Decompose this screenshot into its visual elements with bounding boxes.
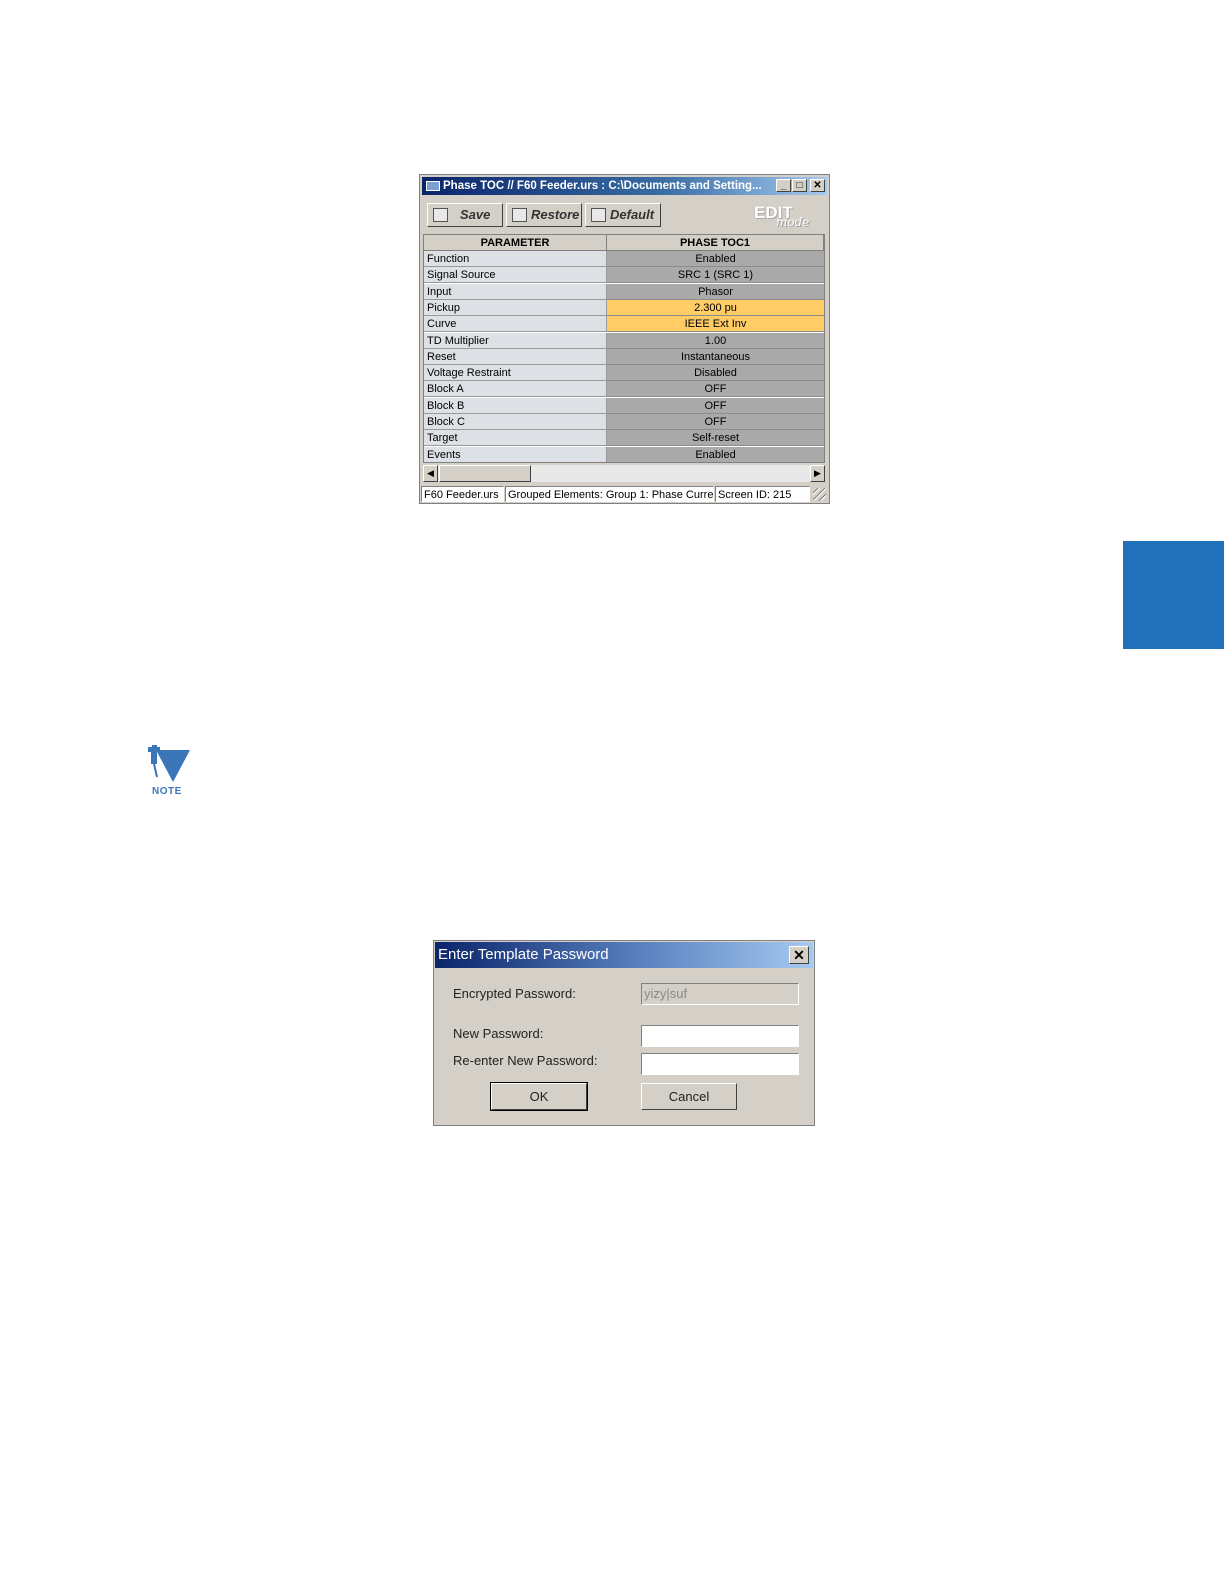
value-cell[interactable]: Enabled [607, 446, 824, 462]
value-cell[interactable]: OFF [607, 381, 824, 398]
parameter-cell: Function [424, 251, 607, 267]
value-cell[interactable]: OFF [607, 397, 824, 414]
value-cell[interactable]: OFF [607, 414, 824, 430]
restore-button[interactable]: Restore [506, 203, 582, 227]
save-icon [433, 208, 448, 222]
value-cell[interactable]: Phasor [607, 283, 824, 300]
parameter-cell: Events [424, 446, 607, 462]
dialog-close-button[interactable]: ✕ [789, 946, 809, 964]
table-row[interactable]: Voltage Restraint Disabled [424, 365, 824, 382]
restore-label: Restore [531, 207, 580, 222]
default-button[interactable]: Default [585, 203, 661, 227]
parameter-cell: Block B [424, 397, 607, 414]
dialog-title: Enter Template Password [438, 946, 609, 963]
parameter-cell: Block C [424, 414, 607, 430]
value-cell[interactable]: Self-reset [607, 430, 824, 447]
minimize-button[interactable]: _ [776, 179, 791, 192]
status-bar: F60 Feeder.urs Grouped Elements: Group 1… [421, 486, 828, 502]
edit-mode-indicator: EDIT mode [752, 201, 822, 229]
note-icon [148, 745, 190, 782]
table-row[interactable]: Block C OFF [424, 414, 824, 430]
value-cell[interactable]: Disabled [607, 365, 824, 382]
maximize-button[interactable]: □ [792, 179, 807, 192]
parameter-cell: Pickup [424, 299, 607, 316]
save-label: Save [460, 207, 491, 222]
new-password-label: New Password: [453, 1026, 544, 1041]
chapter-tab [1123, 541, 1224, 649]
table-row[interactable]: Block A OFF [424, 381, 824, 398]
value-cell[interactable]: IEEE Ext Inv [607, 316, 824, 333]
parameter-cell: Curve [424, 316, 607, 333]
scroll-left-icon[interactable]: ◀ [423, 465, 438, 482]
grid-header: PARAMETER PHASE TOC1 [424, 235, 824, 251]
parameter-cell: Reset [424, 348, 607, 365]
status-screen-id: Screen ID: 215 [715, 486, 810, 502]
table-row[interactable]: Target Self-reset [424, 430, 824, 447]
default-label: Default [610, 207, 655, 222]
value-cell[interactable]: 1.00 [607, 332, 824, 349]
table-row[interactable]: TD Multiplier 1.00 [424, 332, 824, 349]
table-row[interactable]: Input Phasor [424, 283, 824, 300]
phase-toc-window: Phase TOC // F60 Feeder.urs : C:\Documen… [419, 174, 830, 504]
mode-label: mode [776, 215, 810, 229]
status-path: Grouped Elements: Group 1: Phase Curren [505, 486, 714, 502]
note-label: NOTE [152, 786, 182, 797]
window-title: Phase TOC // F60 Feeder.urs : C:\Documen… [443, 180, 762, 192]
reenter-password-label: Re-enter New Password: [453, 1053, 598, 1068]
parameter-cell: Input [424, 283, 607, 300]
parameter-cell: Signal Source [424, 267, 607, 284]
app-icon [426, 181, 440, 191]
value-cell[interactable]: SRC 1 (SRC 1) [607, 267, 824, 284]
new-password-input[interactable] [641, 1025, 799, 1047]
table-row[interactable]: Events Enabled [424, 446, 824, 462]
toolbar: Save Restore Default EDIT mode [422, 197, 827, 231]
table-row[interactable]: Signal Source SRC 1 (SRC 1) [424, 267, 824, 284]
cancel-button[interactable]: Cancel [641, 1083, 737, 1110]
note-block: NOTE [146, 744, 192, 798]
close-button[interactable]: ✕ [810, 179, 825, 192]
encrypted-password-field: yizy|suf [641, 983, 799, 1005]
template-password-dialog: Enter Template Password ✕ Encrypted Pass… [433, 940, 815, 1126]
dialog-title-bar[interactable]: Enter Template Password ✕ [435, 942, 813, 968]
table-row[interactable]: Block B OFF [424, 397, 824, 414]
encrypted-password-label: Encrypted Password: [453, 986, 576, 1001]
parameter-cell: TD Multiplier [424, 332, 607, 349]
horizontal-scrollbar[interactable]: ◀ ▶ [423, 465, 825, 482]
restore-icon [512, 208, 527, 222]
ok-button[interactable]: OK [490, 1082, 588, 1111]
default-icon [591, 208, 606, 222]
settings-grid: PARAMETER PHASE TOC1 Function Enabled Sign… [423, 234, 825, 463]
column-header-parameter[interactable]: PARAMETER [424, 235, 607, 251]
value-cell[interactable]: Instantaneous [607, 348, 824, 365]
table-row[interactable]: Function Enabled [424, 251, 824, 267]
status-file: F60 Feeder.urs [421, 486, 504, 502]
parameter-cell: Target [424, 430, 607, 447]
parameter-cell: Voltage Restraint [424, 365, 607, 382]
table-row[interactable]: Reset Instantaneous [424, 348, 824, 365]
resize-grip-icon[interactable] [813, 488, 826, 501]
value-cell[interactable]: Enabled [607, 251, 824, 267]
value-cell[interactable]: 2.300 pu [607, 299, 824, 316]
table-row[interactable]: Pickup 2.300 pu [424, 299, 824, 316]
phase-toc-title-bar[interactable]: Phase TOC // F60 Feeder.urs : C:\Documen… [422, 177, 827, 195]
table-row[interactable]: Curve IEEE Ext Inv [424, 316, 824, 333]
scroll-thumb[interactable] [439, 465, 531, 482]
reenter-password-input[interactable] [641, 1053, 799, 1075]
parameter-cell: Block A [424, 381, 607, 398]
scroll-right-icon[interactable]: ▶ [810, 465, 825, 482]
column-header-phase-toc1[interactable]: PHASE TOC1 [607, 235, 824, 251]
save-button[interactable]: Save [427, 203, 503, 227]
